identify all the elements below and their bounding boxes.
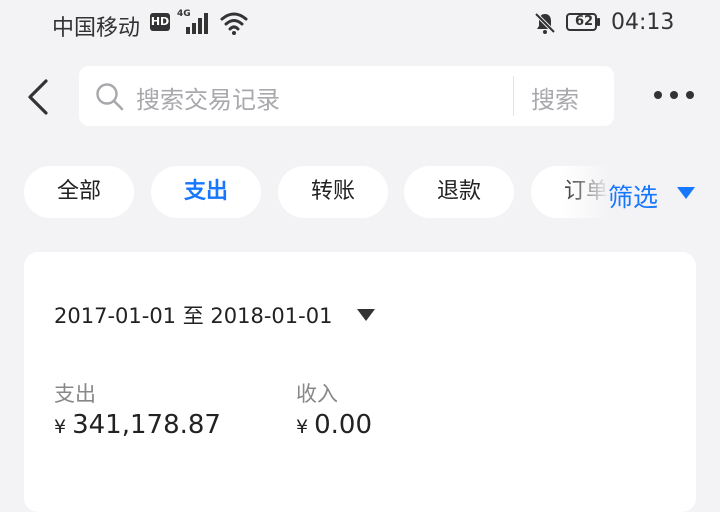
bell-off-icon [534,12,556,34]
more-options-icon[interactable] [652,88,696,102]
expense-value: 341,178.87 [72,410,221,440]
filter-button[interactable]: 筛选 [608,178,658,214]
signal-icon [186,13,208,34]
expense-total: ¥341,178.87 [54,410,221,440]
hd-badge: HD [150,13,170,31]
tab-transfer[interactable]: 转账 [278,166,388,218]
status-bar: 中国移动 HD 4G 62 04:13 [0,0,720,50]
tab-all[interactable]: 全部 [24,166,134,218]
income-value: 0.00 [314,410,372,440]
back-arrow-icon[interactable] [24,78,52,116]
expense-label: 支出 [54,382,96,406]
summary-card: 2017-01-01 至 2018-01-01 支出 ¥341,178.87 收… [24,252,696,512]
wifi-icon [220,12,248,35]
tab-refund[interactable]: 退款 [404,166,514,218]
income-label: 收入 [296,382,338,406]
search-button[interactable]: 搜索 [531,80,579,115]
income-total: ¥0.00 [296,410,372,440]
currency-symbol: ¥ [54,416,67,438]
currency-symbol: ¥ [296,416,309,438]
search-input[interactable]: 搜索交易记录 [136,80,280,115]
search-box[interactable]: 搜索交易记录 搜索 [79,66,614,126]
search-divider [513,76,514,116]
tabs-fade [560,166,610,218]
date-range-selector[interactable]: 2017-01-01 至 2018-01-01 [54,300,332,330]
carrier-name: 中国移动 [52,16,141,41]
battery-level: 62 [574,14,594,29]
caret-down-icon[interactable] [676,186,696,200]
clock: 04:13 [611,10,675,35]
search-icon [96,83,124,111]
tab-expense[interactable]: 支出 [151,166,261,218]
filter-tabs: 全部 支出 转账 退款 订单 [0,166,608,218]
caret-down-icon[interactable] [356,308,376,322]
